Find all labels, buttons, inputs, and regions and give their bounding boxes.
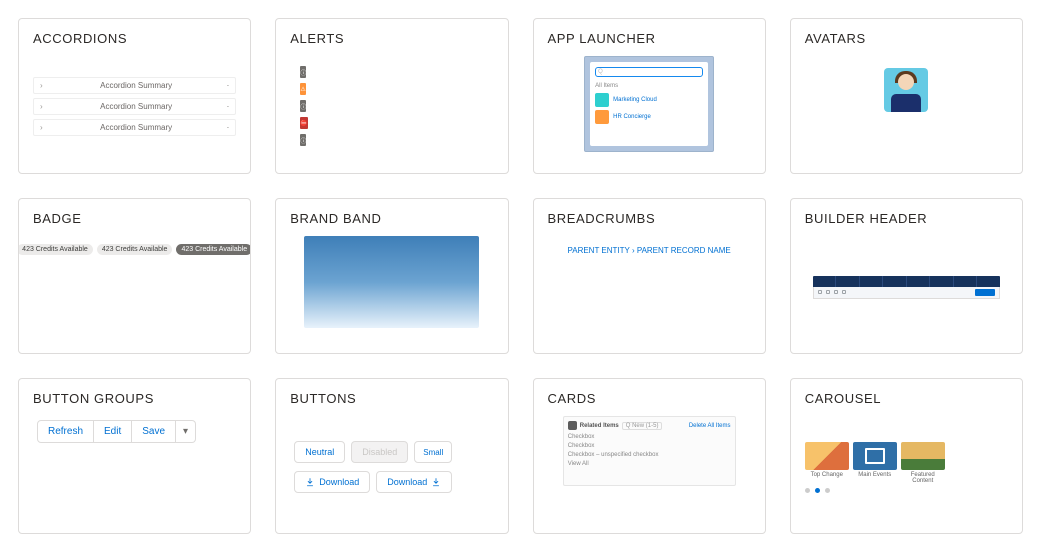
- download-button[interactable]: Download: [294, 471, 370, 493]
- card-brand-band[interactable]: BRAND BAND: [275, 198, 508, 354]
- card-row: View All: [568, 461, 731, 467]
- card-title: APP LAUNCHER: [548, 31, 751, 46]
- card-alerts[interactable]: ALERTS ⓘ ⚠ ⓘ ⛔ ⓘ: [275, 18, 508, 174]
- card-row: Checkbox – unspecified checkbox: [568, 452, 731, 458]
- carousel-dot[interactable]: [815, 488, 820, 493]
- brand-band-preview: [290, 236, 493, 336]
- buttons-preview: Neutral Disabled Small Download Download: [290, 416, 493, 516]
- card-header-title: Related Items: [580, 423, 619, 429]
- card-title: ALERTS: [290, 31, 493, 46]
- neutral-button[interactable]: Neutral: [294, 441, 345, 463]
- card-breadcrumbs[interactable]: BREADCRUMBS PARENT ENTITY › PARENT RECOR…: [533, 198, 766, 354]
- accordion-row: Accordion Summary·: [33, 98, 236, 115]
- alerts-preview: ⓘ ⚠ ⓘ ⛔ ⓘ: [300, 56, 483, 156]
- card-title: BRAND BAND: [290, 211, 493, 226]
- card-row: Checkbox: [568, 434, 731, 440]
- avatars-preview: [805, 56, 1008, 156]
- app-tile: Marketing Cloud: [595, 93, 703, 107]
- small-button[interactable]: Small: [414, 441, 452, 463]
- breadcrumbs-preview: PARENT ENTITY › PARENT RECORD NAME: [548, 236, 751, 336]
- card-carousel[interactable]: CAROUSEL Top Change Main Events Featured…: [790, 378, 1023, 534]
- card-badge[interactable]: BADGE 423 Credits Available 423 Credits …: [18, 198, 251, 354]
- carousel-dot[interactable]: [825, 488, 830, 493]
- card-title: BADGE: [33, 211, 236, 226]
- alert-bar: ⓘ: [300, 66, 306, 78]
- badge-chip: 423 Credits Available: [176, 244, 251, 255]
- app-launcher-preview: Q All Items Marketing Cloud HR Concierge: [548, 56, 751, 156]
- edit-button[interactable]: Edit: [94, 420, 132, 443]
- card-title: BREADCRUMBS: [548, 211, 751, 226]
- carousel-dots: [805, 488, 830, 493]
- card-title: AVATARS: [805, 31, 1008, 46]
- alert-bar: ⓘ: [300, 100, 306, 112]
- app-tile: HR Concierge: [595, 110, 703, 124]
- carousel-tile: Top Change: [805, 442, 849, 484]
- primary-button-icon: [975, 289, 995, 296]
- carousel-caption: Main Events: [853, 472, 897, 478]
- card-accordions[interactable]: ACCORDIONS Accordion Summary· Accordion …: [18, 18, 251, 174]
- carousel-preview: Top Change Main Events Featured Content: [805, 416, 1008, 516]
- card-title: CAROUSEL: [805, 391, 1008, 406]
- card-button-groups[interactable]: BUTTON GROUPS Refresh Edit Save ▾: [18, 378, 251, 534]
- refresh-button[interactable]: Refresh: [37, 420, 94, 443]
- carousel-tile: Featured Content: [901, 442, 945, 484]
- alert-bar: ⚠: [300, 83, 305, 95]
- avatar-icon: [884, 68, 928, 112]
- card-builder-header[interactable]: BUILDER HEADER: [790, 198, 1023, 354]
- carousel-caption: Featured Content: [901, 472, 945, 484]
- accordions-preview: Accordion Summary· Accordion Summary· Ac…: [33, 56, 236, 156]
- carousel-image: [901, 442, 945, 470]
- card-title: BUILDER HEADER: [805, 211, 1008, 226]
- badge-chip: 423 Credits Available: [97, 244, 173, 255]
- button-groups-preview: Refresh Edit Save ▾: [33, 416, 236, 516]
- carousel-dot[interactable]: [805, 488, 810, 493]
- disabled-button: Disabled: [351, 441, 408, 463]
- download-icon: [305, 477, 315, 487]
- card-title: BUTTON GROUPS: [33, 391, 236, 406]
- card-cards[interactable]: CARDS Related Items Q New (1-5) Delete A…: [533, 378, 766, 534]
- card-title: BUTTONS: [290, 391, 493, 406]
- card-avatars[interactable]: AVATARS: [790, 18, 1023, 174]
- carousel-tile: Main Events: [853, 442, 897, 484]
- search-input: Q: [595, 67, 703, 77]
- alert-bar: ⛔: [300, 117, 307, 129]
- section-label: All Items: [595, 83, 703, 89]
- card-title: ACCORDIONS: [33, 31, 236, 46]
- card-row: Checkbox: [568, 443, 731, 449]
- app-icon: [595, 93, 609, 107]
- cards-preview: Related Items Q New (1-5) Delete All Ite…: [548, 416, 751, 516]
- builder-header-preview: [805, 236, 1008, 336]
- card-title: CARDS: [548, 391, 751, 406]
- badge-preview: 423 Credits Available 423 Credits Availa…: [33, 236, 236, 336]
- download-icon: [431, 477, 441, 487]
- alert-bar: ⓘ: [300, 134, 306, 146]
- card-filter: Q New (1-5): [622, 422, 663, 430]
- brand-band-image: [304, 236, 479, 328]
- accordion-row: Accordion Summary·: [33, 119, 236, 136]
- dropdown-button[interactable]: ▾: [176, 420, 196, 443]
- breadcrumb: PARENT ENTITY › PARENT RECORD NAME: [567, 246, 730, 255]
- app-icon: [595, 110, 609, 124]
- card-header-icon: [568, 421, 577, 430]
- download-button[interactable]: Download: [376, 471, 452, 493]
- card-app-launcher[interactable]: APP LAUNCHER Q All Items Marketing Cloud…: [533, 18, 766, 174]
- accordion-row: Accordion Summary·: [33, 77, 236, 94]
- save-button[interactable]: Save: [132, 420, 176, 443]
- carousel-image: [853, 442, 897, 470]
- carousel-caption: Top Change: [805, 472, 849, 478]
- card-buttons[interactable]: BUTTONS Neutral Disabled Small Download …: [275, 378, 508, 534]
- component-grid: ACCORDIONS Accordion Summary· Accordion …: [18, 18, 1023, 534]
- badge-chip: 423 Credits Available: [18, 244, 93, 255]
- carousel-image: [805, 442, 849, 470]
- card-action-link: Delete All Items: [689, 423, 731, 429]
